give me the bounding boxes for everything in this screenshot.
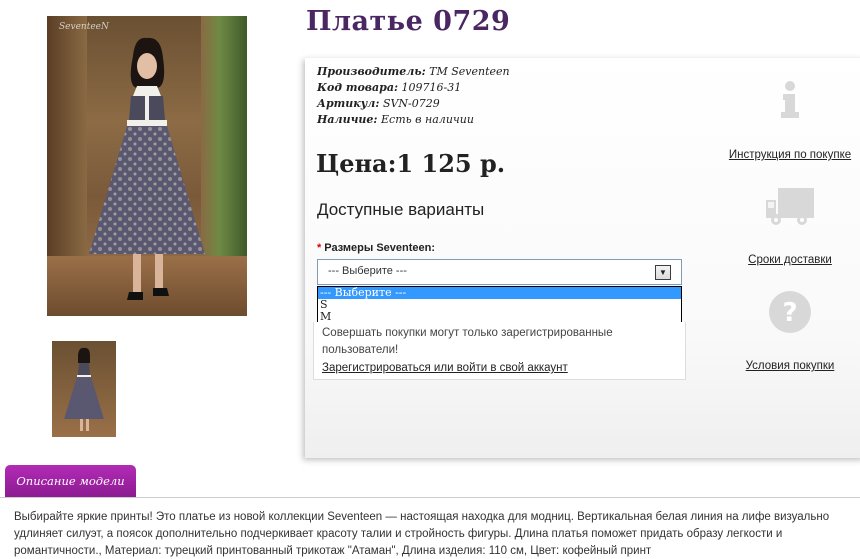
login-notice: Совершать покупки могут только зарегистр…	[313, 322, 686, 380]
sidebar-delivery[interactable]: Сроки доставки	[725, 186, 855, 266]
size-option-placeholder[interactable]: --- Выберите ---	[318, 287, 681, 299]
sidebar-delivery-label[interactable]: Сроки доставки	[725, 254, 855, 266]
info-icon	[781, 81, 799, 118]
meta-code-label: Код товара:	[317, 81, 399, 94]
svg-text:?: ?	[782, 298, 797, 328]
sidebar-instructions-label[interactable]: Инструкция по покупке	[725, 149, 855, 161]
question-icon: ?	[769, 291, 811, 333]
meta-code: Код товара: 109716-31	[317, 80, 510, 96]
size-select[interactable]: --- Выберите --- ▼	[317, 259, 682, 285]
sidebar-instructions[interactable]: Инструкция по покупке	[725, 80, 855, 161]
login-link[interactable]: Зарегистрироваться или войти в свой акка…	[322, 360, 568, 377]
description-text: Выбирайте яркие принты! Это платье из но…	[14, 511, 830, 557]
required-mark: *	[317, 242, 322, 254]
meta-manufacturer-label: Производитель:	[317, 65, 426, 78]
product-title: Платье 0729	[306, 6, 511, 37]
product-price: Цена:1 125 р.	[316, 149, 506, 178]
meta-manufacturer-value[interactable]: ТМ Seventeen	[429, 65, 509, 78]
meta-stock: Наличие: Есть в наличии	[317, 112, 510, 128]
chevron-down-icon[interactable]: ▼	[655, 265, 671, 280]
sidebar-terms[interactable]: ? Условия покупки	[725, 290, 855, 372]
meta-sku-label: Артикул:	[317, 97, 380, 110]
meta-sku-value: SVN-0729	[382, 97, 440, 110]
dress-model-figure	[89, 37, 205, 300]
sidebar-terms-label[interactable]: Условия покупки	[725, 360, 855, 372]
tab-description[interactable]: Описание модели	[5, 465, 136, 498]
meta-code-value: 109716-31	[401, 81, 462, 94]
meta-manufacturer: Производитель: ТМ Seventeen	[317, 64, 510, 80]
login-message: Совершать покупки могут только зарегистр…	[322, 327, 613, 356]
product-main-image[interactable]: SeventeeN	[47, 16, 247, 316]
variants-heading: Доступные варианты	[317, 200, 485, 219]
truck-icon	[766, 188, 814, 225]
size-option-s[interactable]: S	[318, 299, 681, 311]
size-dropdown-list[interactable]: --- Выберите --- S M	[317, 286, 682, 325]
size-label: * Размеры Seventeen:	[317, 242, 435, 254]
meta-stock-label: Наличие:	[317, 113, 378, 126]
size-label-text: Размеры Seventeen:	[324, 242, 436, 254]
meta-sku: Артикул: SVN-0729	[317, 96, 510, 112]
thumbnail-figure	[64, 347, 104, 431]
product-thumbnail[interactable]	[52, 341, 116, 437]
product-meta: Производитель: ТМ Seventeen Код товара: …	[317, 64, 510, 128]
meta-stock-value: Есть в наличии	[381, 113, 474, 126]
size-select-value: --- Выберите ---	[328, 265, 407, 277]
